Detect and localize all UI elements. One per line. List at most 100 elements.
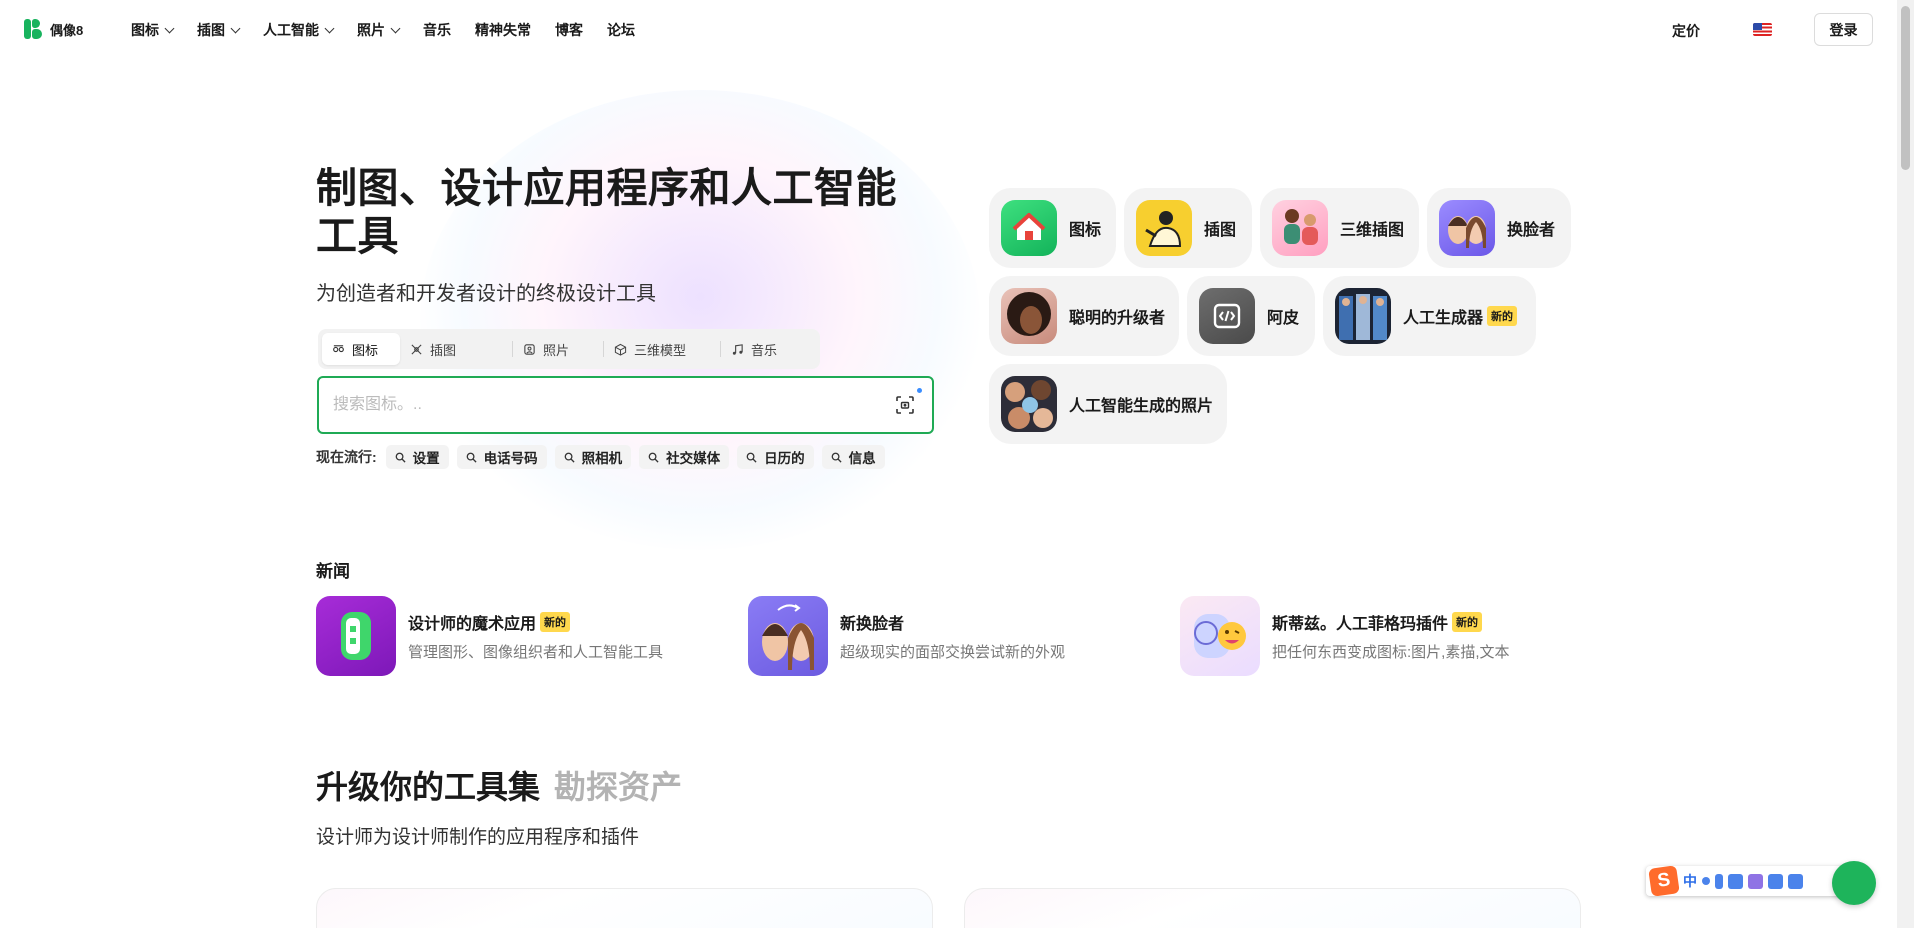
page-title: 制图、设计应用程序和人工智能工具 xyxy=(316,165,897,259)
section-title: 升级你的工具集 勘探资产 xyxy=(316,762,682,808)
search-input[interactable] xyxy=(333,392,853,418)
illustration-app-icon xyxy=(1136,200,1192,256)
news-title-row: 新换脸者 xyxy=(840,610,1065,634)
news-item[interactable]: 斯蒂兹。人工菲格玛插件 新的 把任何东西变成图标:图片,素描,文本 xyxy=(1180,596,1510,676)
search-icon xyxy=(831,452,842,463)
face-swap-app-icon xyxy=(1439,200,1495,256)
news-item[interactable]: 新换脸者 超级现实的面部交换尝试新的外观 xyxy=(748,596,1065,676)
trending-chip[interactable]: 照相机 xyxy=(554,445,632,469)
nav-blog[interactable]: 博客 xyxy=(555,20,583,40)
tab-photos[interactable]: 照片 xyxy=(513,333,603,365)
search-icon xyxy=(466,452,477,463)
settings-fab[interactable] xyxy=(1832,861,1876,905)
music-note-icon xyxy=(732,343,743,355)
pricing-link[interactable]: 定价 xyxy=(1672,21,1700,41)
3d-illustration-app-icon xyxy=(1272,200,1328,256)
tab-3d-models[interactable]: 三维模型 xyxy=(604,333,720,365)
us-flag-icon[interactable] xyxy=(1753,23,1772,36)
nav-mockups[interactable]: 精神失常 xyxy=(475,20,531,40)
search-box xyxy=(317,376,934,434)
tab-icons[interactable]: 图标 xyxy=(322,333,400,365)
tab-music[interactable]: 音乐 xyxy=(721,333,795,365)
nav-label: 博客 xyxy=(555,22,583,38)
login-button[interactable]: 登录 xyxy=(1814,13,1873,46)
search-icon xyxy=(746,452,757,463)
ime-mode-label[interactable]: 中 xyxy=(1683,871,1697,891)
3d-cube-icon xyxy=(614,343,627,356)
search-icon xyxy=(648,452,659,463)
sogou-logo-icon[interactable]: S xyxy=(1648,865,1680,897)
apps-grid-icon[interactable] xyxy=(1788,873,1803,889)
news-title-row: 斯蒂兹。人工菲格玛插件 新的 xyxy=(1272,610,1510,634)
chevron-down-icon xyxy=(390,23,401,33)
search-icon xyxy=(395,452,406,463)
trending-chip[interactable]: 电话号码 xyxy=(456,445,547,469)
punctuation-icon[interactable] xyxy=(1702,877,1710,885)
chevron-down-icon xyxy=(324,23,335,33)
logo[interactable]: 偶像8 xyxy=(24,19,83,39)
app-api[interactable]: 阿皮 xyxy=(1187,276,1315,356)
app-label: 阿皮 xyxy=(1267,310,1300,327)
app-label: 换脸者 xyxy=(1507,222,1556,239)
news-description: 超级现实的面部交换尝试新的外观 xyxy=(840,644,1066,661)
news-title: 斯蒂兹。人工菲格玛插件 xyxy=(1272,616,1449,633)
nav-ai[interactable]: 人工智能 xyxy=(263,20,335,40)
app-label: 三维插图 xyxy=(1340,222,1405,239)
app-label: 人工智能生成的照片 xyxy=(1069,398,1214,415)
illustration-tab-icon xyxy=(411,343,422,355)
skin-icon[interactable] xyxy=(1748,873,1763,889)
tab-label: 图标 xyxy=(352,342,379,358)
app-label: 插图 xyxy=(1204,222,1237,239)
nav-music[interactable]: 音乐 xyxy=(423,20,451,40)
news-item[interactable]: 设计师的魔术应用 新的 管理图形、图像组织者和人工智能工具 xyxy=(316,596,663,676)
section-title-link[interactable]: 勘探资产 xyxy=(554,769,682,805)
trending-chip[interactable]: 信息 xyxy=(821,445,885,469)
chevron-down-icon xyxy=(230,23,241,33)
chip-label: 照相机 xyxy=(581,451,623,466)
microphone-icon[interactable] xyxy=(1715,873,1723,889)
ai-photos-app-icon xyxy=(1001,376,1057,432)
nav-photos[interactable]: 照片 xyxy=(357,20,401,40)
tab-illustrations[interactable]: 插图 xyxy=(400,333,512,365)
trending-chip[interactable]: 社交媒体 xyxy=(639,445,730,469)
image-search-icon[interactable] xyxy=(895,395,915,415)
main-nav: 图标 插图 人工智能 照片 音乐 精神失常 博客 论坛 xyxy=(131,20,659,40)
app-ai-photos[interactable]: 人工智能生成的照片 xyxy=(989,364,1227,444)
news-title: 设计师的魔术应用 xyxy=(408,616,537,633)
app-3d-illustrations[interactable]: 三维插图 xyxy=(1260,188,1419,268)
nav-label: 精神失常 xyxy=(475,22,531,38)
section-title-main: 升级你的工具集 xyxy=(316,769,541,805)
app-illustrations[interactable]: 插图 xyxy=(1124,188,1252,268)
scrollbar-thumb[interactable] xyxy=(1901,6,1910,170)
section-subtitle: 设计师为设计师制作的应用程序和插件 xyxy=(316,827,640,848)
news-text: 新换脸者 超级现实的面部交换尝试新的外观 xyxy=(840,610,1065,662)
photo-tab-icon xyxy=(524,343,535,355)
app-smart-upscaler[interactable]: 聪明的升级者 xyxy=(989,276,1179,356)
news-title-row: 设计师的魔术应用 新的 xyxy=(408,610,663,634)
nav-illustrations[interactable]: 插图 xyxy=(197,20,241,40)
news-text: 设计师的魔术应用 新的 管理图形、图像组织者和人工智能工具 xyxy=(408,610,663,662)
app-face-swapper[interactable]: 换脸者 xyxy=(1427,188,1571,268)
nav-label: 插图 xyxy=(197,22,225,38)
chip-label: 设置 xyxy=(412,451,440,466)
trending-chip[interactable]: 日历的 xyxy=(737,445,814,469)
app-ai-generator[interactable]: 人工生成器 新的 xyxy=(1323,276,1536,356)
app-icons[interactable]: 图标 xyxy=(989,188,1116,268)
nav-icons[interactable]: 图标 xyxy=(131,20,175,40)
icon-tab-icon xyxy=(333,344,344,352)
page-scrollbar[interactable] xyxy=(1897,0,1914,928)
tool-card[interactable] xyxy=(964,888,1581,928)
chip-label: 电话号码 xyxy=(483,451,538,466)
trending-label: 现在流行: xyxy=(316,449,377,465)
house-app-icon xyxy=(1001,200,1057,256)
upscaler-app-icon xyxy=(1001,288,1057,344)
news-description: 管理图形、图像组织者和人工智能工具 xyxy=(408,644,664,661)
keyboard-icon[interactable] xyxy=(1728,873,1743,889)
tab-label: 音乐 xyxy=(751,342,778,358)
tab-label: 三维模型 xyxy=(634,342,687,358)
tool-card[interactable] xyxy=(316,888,933,928)
search-icon xyxy=(564,452,575,463)
gamepad-icon[interactable] xyxy=(1768,873,1783,889)
trending-chip[interactable]: 设置 xyxy=(385,445,449,469)
nav-forum[interactable]: 论坛 xyxy=(607,20,635,40)
